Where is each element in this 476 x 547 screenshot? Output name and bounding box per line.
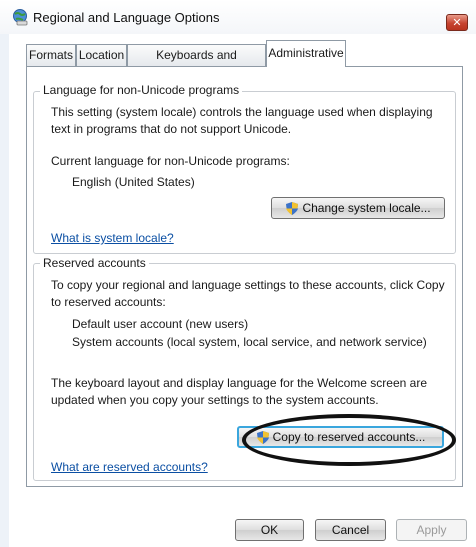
close-button[interactable]: ✕ <box>446 14 468 31</box>
current-language-value: English (United States) <box>72 175 195 189</box>
tab-location[interactable]: Location <box>76 44 127 66</box>
what-is-system-locale-link[interactable]: What is system locale? <box>51 231 174 245</box>
non-unicode-description: This setting (system locale) controls th… <box>51 105 433 136</box>
title-bar[interactable]: Regional and Language Options ✕ <box>0 0 476 34</box>
uac-shield-icon <box>256 431 269 445</box>
account-item-system-accounts: System accounts (local system, local ser… <box>72 335 427 349</box>
dialog-window: Regional and Language Options ✕ Formats … <box>0 0 476 547</box>
copy-to-reserved-accounts-button[interactable]: Copy to reserved accounts... <box>237 426 444 448</box>
uac-shield-icon <box>286 202 299 216</box>
current-language-label: Current language for non-Unicode program… <box>51 154 290 168</box>
ok-button[interactable]: OK <box>235 519 304 541</box>
tab-formats[interactable]: Formats <box>26 44 76 66</box>
account-item-default-user: Default user account (new users) <box>72 317 249 331</box>
change-system-locale-label: Change system locale... <box>302 201 431 215</box>
copy-to-reserved-accounts-label: Copy to reserved accounts... <box>272 430 426 444</box>
change-system-locale-button[interactable]: Change system locale... <box>271 197 445 219</box>
reserved-accounts-group-title: Reserved accounts <box>40 256 149 270</box>
globe-keyboard-icon <box>13 9 28 26</box>
what-are-reserved-accounts-link[interactable]: What are reserved accounts? <box>51 460 208 474</box>
window-title: Regional and Language Options <box>33 10 220 25</box>
non-unicode-group-title: Language for non-Unicode programs <box>40 83 243 97</box>
window-frame-edge <box>0 34 9 547</box>
cancel-button[interactable]: Cancel <box>315 519 386 541</box>
tab-keyboards-and-languages[interactable]: Keyboards and Languages <box>127 44 266 83</box>
welcome-screen-note: The keyboard layout and display language… <box>51 376 428 407</box>
tab-administrative[interactable]: Administrative <box>266 40 346 67</box>
reserved-accounts-description: To copy your regional and language setti… <box>51 278 445 309</box>
apply-button[interactable]: Apply <box>396 519 467 541</box>
close-icon: ✕ <box>452 17 462 29</box>
